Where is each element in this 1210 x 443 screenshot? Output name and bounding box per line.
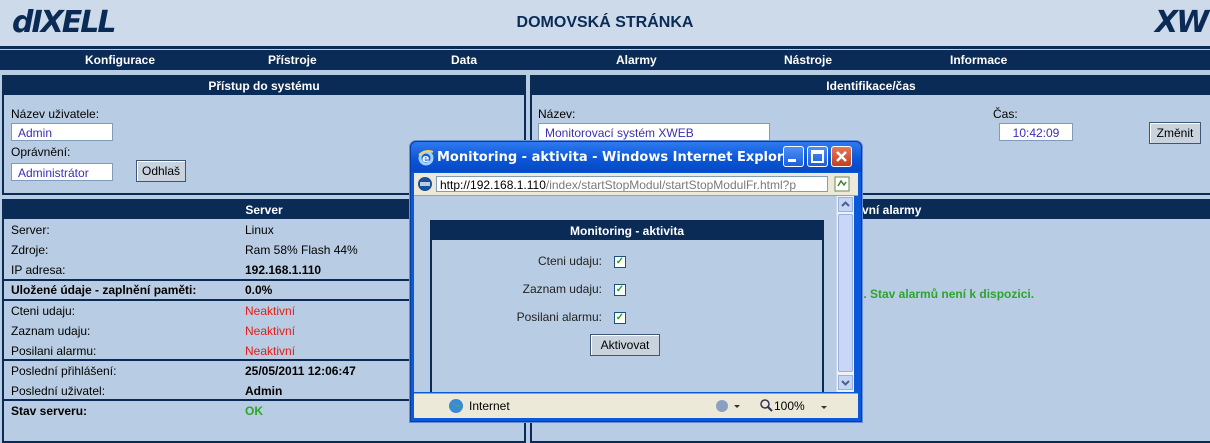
server-row-value: Linux [245, 223, 274, 237]
reading-status: Neaktivní [245, 304, 296, 318]
scroll-up-button[interactable] [838, 197, 853, 212]
minimize-button[interactable] [783, 146, 804, 167]
time-field[interactable]: 10:42:09 [999, 123, 1073, 141]
permission-field[interactable]: Administrátor [11, 163, 113, 181]
resources-label: Zdroje: [11, 243, 49, 257]
svg-text:e: e [422, 152, 429, 165]
last-user-label: Poslední uživatel: [11, 384, 106, 398]
server-row-label: Server: [11, 223, 50, 237]
activate-button[interactable]: Aktivovat [590, 334, 660, 356]
close-button[interactable] [831, 146, 852, 167]
recording-label: Zaznam udaju: [11, 324, 91, 338]
ie-address-bar: http://192.168.1.110/index/startStopModu… [414, 173, 858, 196]
nav-informace[interactable]: Informace [950, 53, 1007, 67]
user-field[interactable]: Admin [11, 123, 113, 141]
ie-popup-window[interactable]: e Monitoring - aktivita - Windows Intern… [410, 141, 862, 422]
ident-panel-title: Identifikace/čas [532, 77, 1210, 95]
memory-label: Uložené údaje - zaplnění paměti: [11, 283, 197, 297]
monitoring-panel: Monitoring - aktivita Cteni udaju: ✓ Zaz… [430, 220, 824, 392]
memory-value: 0.0% [245, 283, 273, 297]
vertical-scrollbar[interactable] [836, 196, 854, 392]
name-field[interactable]: Monitorovací systém XWEB [538, 123, 770, 141]
zoom-dropdown-icon[interactable] [819, 401, 829, 415]
site-favicon-icon [417, 176, 433, 195]
nav-nastroje[interactable]: Nástroje [784, 53, 832, 67]
minimize-icon [788, 159, 796, 162]
logout-button[interactable]: Odhlaš [136, 160, 186, 182]
url-host: http://192.168.1.110 [440, 178, 546, 192]
url-field[interactable]: http://192.168.1.110/index/startStopModu… [436, 176, 828, 192]
ie-window-title: Monitoring - aktivita - Windows Internet… [437, 150, 799, 165]
ie-content-area: Monitoring - aktivita Cteni udaju: ✓ Zaz… [414, 196, 836, 392]
xweb-logo: XW [1155, 5, 1209, 40]
last-login-value: 25/05/2011 12:06:47 [245, 364, 356, 378]
compatibility-icon[interactable] [834, 176, 850, 195]
last-login-label: Poslední přihlášení: [11, 364, 117, 378]
server-state-value: OK [245, 404, 263, 418]
nav-alarmy[interactable]: Alarmy [616, 53, 657, 67]
page-title: DOMOVSKÁ STRÁNKA [516, 14, 694, 31]
access-panel-title: Přístup do systému [4, 77, 524, 95]
zoom-icon[interactable] [759, 398, 773, 415]
maximize-button[interactable] [807, 146, 828, 167]
nav-konfigurace[interactable]: Konfigurace [85, 53, 155, 67]
alarms-message: o. Stav alarmů není k dispozici. [856, 287, 1035, 301]
resources-value: Ram 58% Flash 44% [245, 243, 358, 257]
time-label: Čas: [993, 107, 1018, 121]
ip-label: IP adresa: [11, 263, 66, 277]
option-alarm-checkbox[interactable]: ✓ [614, 312, 626, 324]
reading-label: Cteni udaju: [11, 304, 76, 318]
close-icon [836, 151, 847, 162]
recording-status: Neaktivní [245, 324, 296, 338]
zoom-level[interactable]: 100% [774, 399, 805, 413]
maximize-icon [811, 150, 824, 163]
ie-status-bar: Internet 100% [414, 393, 858, 418]
user-label: Název uživatele: [11, 107, 100, 121]
permission-label: Oprávnění: [11, 145, 71, 159]
ie-titlebar[interactable]: e Monitoring - aktivita - Windows Intern… [411, 142, 861, 172]
nav-data[interactable]: Data [451, 53, 477, 67]
chevron-down-icon [841, 380, 850, 386]
scroll-thumb[interactable] [838, 214, 853, 372]
url-path: /index/startStopModul/startStopModulFr.h… [545, 178, 796, 192]
last-user-value: Admin [245, 384, 283, 398]
option-reading-label: Cteni udaju: [537, 254, 602, 268]
page-header: dIXELL DOMOVSKÁ STRÁNKA XW [0, 0, 1210, 49]
server-state-label: Stav serveru: [11, 404, 88, 418]
scroll-down-button[interactable] [838, 375, 853, 390]
change-button[interactable]: Změnit [1149, 122, 1201, 144]
globe-icon [448, 398, 464, 417]
security-zone-label: Internet [469, 399, 510, 413]
monitoring-panel-title: Monitoring - aktivita [432, 222, 822, 240]
option-alarm-label: Posilani alarmu: [516, 310, 602, 324]
option-recording-checkbox[interactable]: ✓ [614, 284, 626, 296]
name-label: Název: [538, 107, 576, 121]
main-nav: Konfigurace Přístroje Data Alarmy Nástro… [0, 50, 1210, 70]
ip-value: 192.168.1.110 [245, 263, 322, 277]
alarm-sending-label: Posilani alarmu: [11, 344, 97, 358]
chevron-up-icon [841, 201, 850, 207]
ie-icon: e [417, 148, 435, 169]
protected-mode-icon[interactable] [714, 398, 740, 417]
option-recording-label: Zaznam udaju: [522, 282, 602, 296]
option-reading-checkbox[interactable]: ✓ [614, 256, 626, 268]
nav-pristroje[interactable]: Přístroje [268, 53, 317, 67]
alarm-sending-status: Neaktivní [245, 344, 296, 358]
